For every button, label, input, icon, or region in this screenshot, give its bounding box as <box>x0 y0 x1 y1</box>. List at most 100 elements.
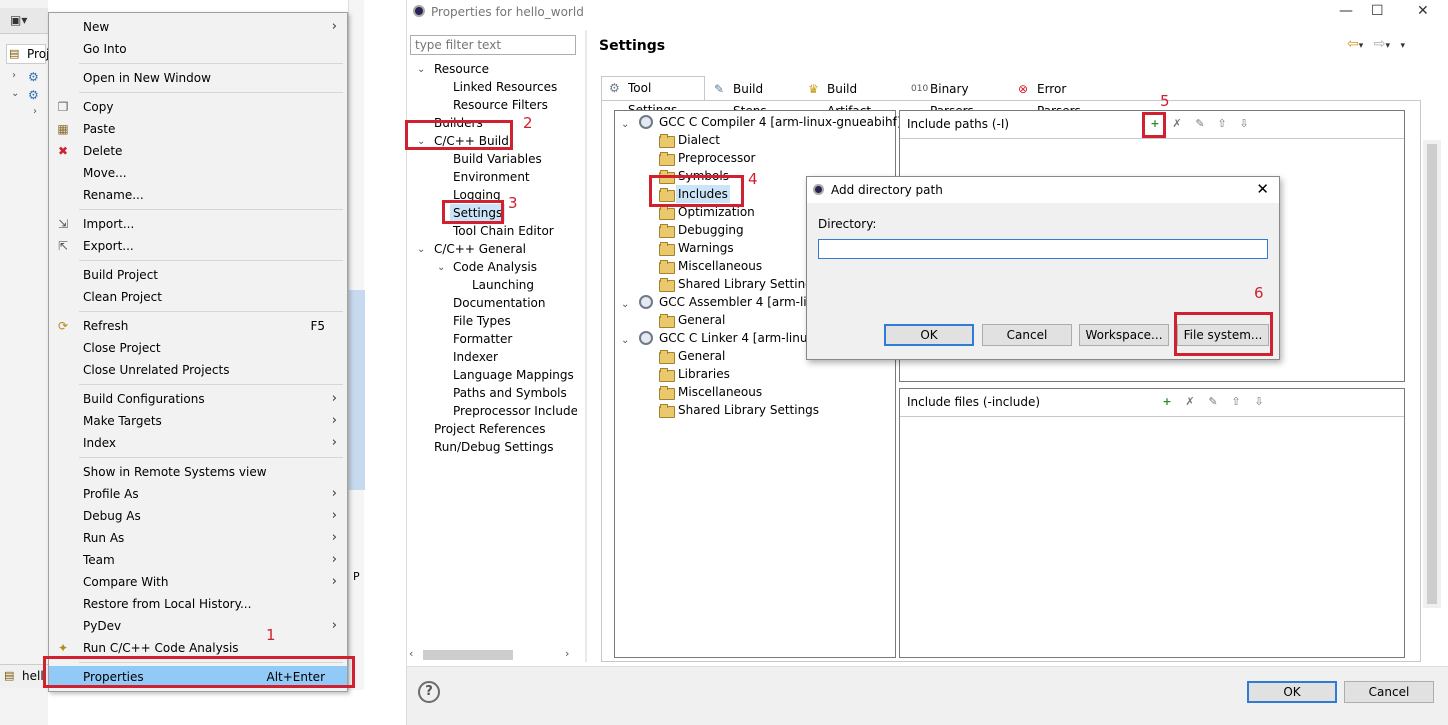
tree-item-linker-general[interactable]: General <box>678 347 725 365</box>
tree-item-indexer[interactable]: Indexer <box>453 348 498 366</box>
tree-item-run-debug-settings[interactable]: Run/Debug Settings <box>434 438 554 456</box>
tree-item-debugging[interactable]: Debugging <box>678 221 744 239</box>
chevron-down-icon[interactable]: ⌄ <box>11 88 19 99</box>
menu-item-paste[interactable]: ▦ Paste <box>49 118 347 140</box>
tab-binary-parsers[interactable]: 010Binary Parsers <box>904 78 1008 118</box>
tree-item-miscellaneous[interactable]: Miscellaneous <box>678 257 762 275</box>
add-cancel-button[interactable]: Cancel <box>982 324 1072 346</box>
menu-item-profile-as[interactable]: Profile As › <box>49 483 347 505</box>
tree-item-build-variables[interactable]: Build Variables <box>453 150 542 168</box>
move-up-icon[interactable]: ⇧ <box>1229 394 1243 410</box>
menu-item-run-as[interactable]: Run As › <box>49 527 347 549</box>
edit-icon[interactable]: ✎ <box>1193 116 1207 132</box>
menu-item-index[interactable]: Index › <box>49 432 347 454</box>
menu-item-restore-from-local-history[interactable]: Restore from Local History... <box>49 593 347 615</box>
menu-item-open-in-new-window[interactable]: Open in New Window <box>49 67 347 89</box>
tree-item-linker-miscellaneous[interactable]: Miscellaneous <box>678 383 762 401</box>
add-ok-button[interactable]: OK <box>884 324 974 346</box>
tree-item-paths-and-symbols[interactable]: Paths and Symbols <box>453 384 567 402</box>
tree-item-cc-general[interactable]: C/C++ General <box>434 240 526 258</box>
menu-item-go-into[interactable]: Go Into <box>49 38 347 60</box>
chevron-right-icon[interactable]: › <box>12 70 16 81</box>
tree-item-linked-resources[interactable]: Linked Resources <box>453 78 557 96</box>
vertical-scrollbar[interactable] <box>1423 140 1441 608</box>
menu-item-show-in-remote-systems[interactable]: Show in Remote Systems view <box>49 461 347 483</box>
filter-input[interactable] <box>410 35 576 55</box>
menu-item-import[interactable]: ⇲ Import... <box>49 213 347 235</box>
cancel-button[interactable]: Cancel <box>1344 681 1434 703</box>
directory-input[interactable] <box>818 239 1268 259</box>
tree-item-gcc-assembler[interactable]: GCC Assembler 4 [arm-linux <box>659 293 829 311</box>
menu-item-copy[interactable]: ❐ Copy <box>49 96 347 118</box>
tab-build-artifact[interactable]: ♛Build Artifact <box>801 78 901 118</box>
menu-item-export[interactable]: ⇱ Export... <box>49 235 347 257</box>
close-icon[interactable]: ✕ <box>1256 180 1269 198</box>
tree-item-formatter[interactable]: Formatter <box>453 330 512 348</box>
menu-item-pydev[interactable]: PyDev › <box>49 615 347 637</box>
menu-item-build-project[interactable]: Build Project <box>49 264 347 286</box>
tree-item-resource-filters[interactable]: Resource Filters <box>453 96 548 114</box>
scrollbar-thumb[interactable] <box>1427 144 1437 604</box>
tab-error-parsers[interactable]: ⊗Error Parsers <box>1011 78 1107 118</box>
tree-item-file-types[interactable]: File Types <box>453 312 511 330</box>
delete-icon[interactable]: ✗ <box>1170 116 1184 132</box>
menu-item-refresh[interactable]: ⟳ Refresh F5 <box>49 315 347 337</box>
tree-item-gcc-c-linker[interactable]: GCC C Linker 4 [arm-linux-g <box>659 329 827 347</box>
chevron-down-icon[interactable]: ▾ <box>1385 41 1390 51</box>
chevron-down-icon[interactable]: ⌄ <box>621 119 629 130</box>
tree-item-code-analysis[interactable]: Code Analysis <box>453 258 537 276</box>
menu-item-close-unrelated-projects[interactable]: Close Unrelated Projects <box>49 359 347 381</box>
add-icon[interactable]: + <box>1160 394 1174 410</box>
tree-item-linker-shared-library-settings[interactable]: Shared Library Settings <box>678 401 819 419</box>
back-arrow-icon[interactable]: ⇦ <box>1347 36 1359 52</box>
tree-item-assembler-general[interactable]: General <box>678 311 725 329</box>
tree-horizontal-scrollbar[interactable]: ‹ › <box>407 646 579 664</box>
tree-item-tool-chain-editor[interactable]: Tool Chain Editor <box>453 222 554 240</box>
tree-item-shared-library-settings[interactable]: Shared Library Settings <box>678 275 819 293</box>
chevron-down-icon[interactable]: ⌄ <box>621 299 629 310</box>
edit-icon[interactable]: ✎ <box>1206 394 1220 410</box>
menu-item-close-project[interactable]: Close Project <box>49 337 347 359</box>
close-icon[interactable]: ✕ <box>1417 3 1429 19</box>
tree-item-language-mappings[interactable]: Language Mappings <box>453 366 574 384</box>
project-explorer-tab[interactable]: ▤ Proj <box>6 44 49 64</box>
menu-item-rename[interactable]: Rename... <box>49 184 347 206</box>
forward-arrow-icon[interactable]: ⇨ <box>1374 36 1386 52</box>
chevron-right-icon[interactable]: › <box>33 106 37 117</box>
help-icon[interactable]: ? <box>418 681 440 703</box>
ok-button[interactable]: OK <box>1247 681 1337 703</box>
chevron-down-icon[interactable]: ▾ <box>1359 41 1364 51</box>
tree-item-preprocessor[interactable]: Preprocessor <box>678 149 755 167</box>
chevron-down-icon[interactable]: ⌄ <box>417 64 425 75</box>
tree-item-project-references[interactable]: Project References <box>434 420 546 438</box>
scroll-right-icon[interactable]: › <box>565 647 569 660</box>
tree-item-documentation[interactable]: Documentation <box>453 294 546 312</box>
new-wizard-icon[interactable]: ▣▾ <box>10 13 27 27</box>
minimize-icon[interactable]: — <box>1339 3 1353 19</box>
workspace-button[interactable]: Workspace... <box>1079 324 1169 346</box>
pane-divider[interactable] <box>585 30 587 662</box>
scrollbar-thumb[interactable] <box>423 650 513 660</box>
tab-tool-settings[interactable]: ⚙Tool Settings <box>601 76 705 117</box>
chevron-down-icon[interactable]: ⌄ <box>437 262 445 273</box>
tree-item-dialect[interactable]: Dialect <box>678 131 720 149</box>
chevron-down-icon[interactable]: ⌄ <box>417 244 425 255</box>
tree-item-warnings[interactable]: Warnings <box>678 239 734 257</box>
chevron-down-icon[interactable]: ⌄ <box>621 335 629 346</box>
tab-build-steps[interactable]: ✎Build Steps <box>707 78 799 118</box>
tree-item-launching[interactable]: Launching <box>472 276 534 294</box>
move-down-icon[interactable]: ⇩ <box>1252 394 1266 410</box>
delete-icon[interactable]: ✗ <box>1183 394 1197 410</box>
move-up-icon[interactable]: ⇧ <box>1215 116 1229 132</box>
menu-item-debug-as[interactable]: Debug As › <box>49 505 347 527</box>
menu-item-compare-with[interactable]: Compare With › <box>49 571 347 593</box>
menu-item-new[interactable]: New › <box>49 16 347 38</box>
tree-item-preprocessor-include[interactable]: Preprocessor Include Pa <box>453 402 577 420</box>
menu-item-team[interactable]: Team › <box>49 549 347 571</box>
maximize-icon[interactable]: ☐ <box>1371 3 1384 19</box>
view-menu-icon[interactable]: ▾ <box>1400 41 1405 51</box>
tree-item-resource[interactable]: Resource <box>434 60 489 78</box>
move-down-icon[interactable]: ⇩ <box>1237 116 1251 132</box>
tree-item-libraries[interactable]: Libraries <box>678 365 730 383</box>
tree-item-gcc-c-compiler[interactable]: GCC C Compiler 4 [arm-linux-gnueabihf] <box>659 113 901 131</box>
